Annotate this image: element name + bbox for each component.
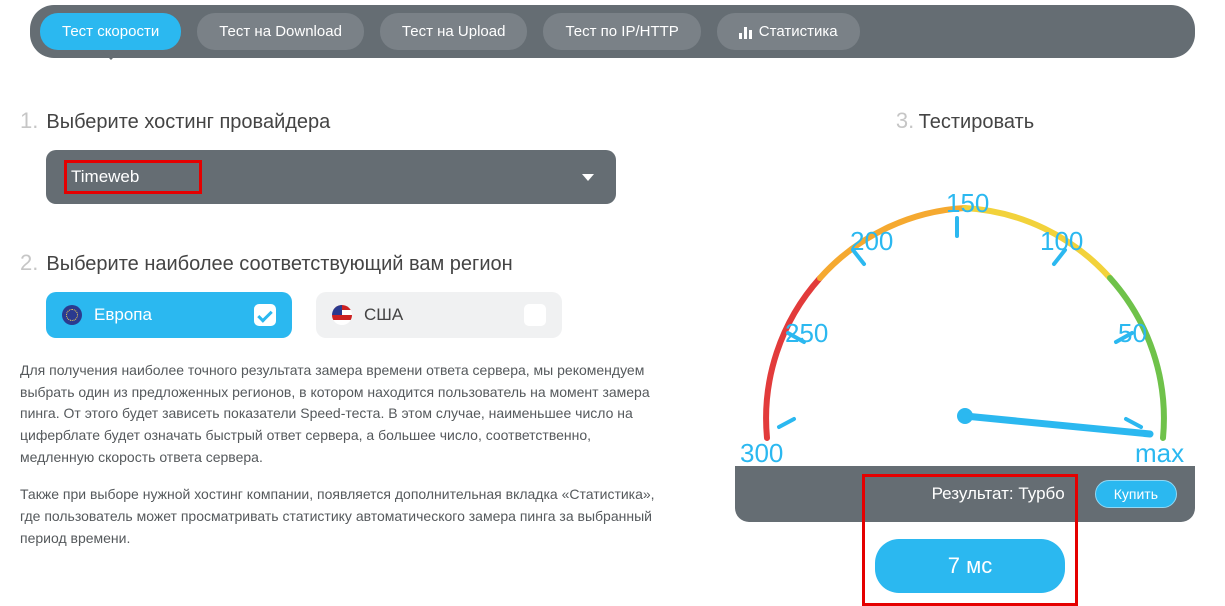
gauge-tick-200: 200 bbox=[850, 226, 893, 257]
flag-eu-icon bbox=[62, 305, 82, 325]
provider-value-highlight: Timeweb bbox=[64, 160, 202, 194]
tab-speed[interactable]: Тест скорости bbox=[40, 13, 181, 50]
tab-label: Тест на Upload bbox=[402, 23, 506, 40]
gauge-tick-50: 50 bbox=[1118, 318, 1147, 349]
step3-header: 3. Тестировать bbox=[720, 108, 1210, 134]
checkbox-unchecked-icon bbox=[524, 304, 546, 326]
provider-dropdown[interactable]: Timeweb bbox=[46, 150, 616, 204]
description-paragraph: Также при выборе нужной хостинг компании… bbox=[20, 484, 660, 549]
step2-header: 2. Выберите наиболее соответствующий вам… bbox=[20, 250, 660, 276]
step1-header: 1. Выберите хостинг провайдера bbox=[20, 108, 660, 134]
step-number: 2. bbox=[20, 250, 38, 276]
flag-us-icon bbox=[332, 305, 352, 325]
step-number: 3. bbox=[896, 108, 914, 133]
region-label: Европа bbox=[94, 305, 152, 325]
tab-label: Тест по IP/HTTP bbox=[565, 23, 678, 40]
region-europe[interactable]: Европа bbox=[46, 292, 292, 338]
step-title: Тестировать bbox=[919, 111, 1034, 133]
bar-chart-icon bbox=[739, 25, 752, 39]
tab-stats[interactable]: Статистика bbox=[717, 13, 860, 50]
checkbox-checked-icon bbox=[254, 304, 276, 326]
gauge-tick-max: max bbox=[1135, 438, 1184, 469]
step-title: Выберите наиболее соответствующий вам ре… bbox=[46, 253, 512, 276]
tab-label: Статистика bbox=[759, 23, 838, 40]
gauge-tick-150: 150 bbox=[946, 188, 989, 219]
step-title: Выберите хостинг провайдера bbox=[46, 111, 330, 134]
tab-label: Тест на Download bbox=[219, 23, 342, 40]
chevron-down-icon bbox=[582, 174, 594, 181]
step-number: 1. bbox=[20, 108, 38, 134]
gauge-tick-100: 100 bbox=[1040, 226, 1083, 257]
region-label: США bbox=[364, 305, 403, 325]
tab-label: Тест скорости bbox=[62, 23, 159, 40]
tab-download[interactable]: Тест на Download bbox=[197, 13, 364, 50]
result-highlight-box: 7 мс bbox=[862, 474, 1078, 606]
gauge-tick-250: 250 bbox=[785, 318, 828, 349]
tab-bar: Тест скорости Тест на Download Тест на U… bbox=[30, 5, 1195, 58]
provider-value: Timeweb bbox=[71, 167, 139, 186]
buy-button[interactable]: Купить bbox=[1095, 480, 1177, 508]
tab-upload[interactable]: Тест на Upload bbox=[380, 13, 528, 50]
gauge-tick-300: 300 bbox=[740, 438, 783, 469]
description-paragraph: Для получения наиболее точного результат… bbox=[20, 360, 660, 468]
speed-gauge: 300 250 200 150 100 50 max bbox=[720, 138, 1210, 468]
result-value-badge: 7 мс bbox=[875, 539, 1065, 593]
tab-iphttp[interactable]: Тест по IP/HTTP bbox=[543, 13, 700, 50]
region-usa[interactable]: США bbox=[316, 292, 562, 338]
